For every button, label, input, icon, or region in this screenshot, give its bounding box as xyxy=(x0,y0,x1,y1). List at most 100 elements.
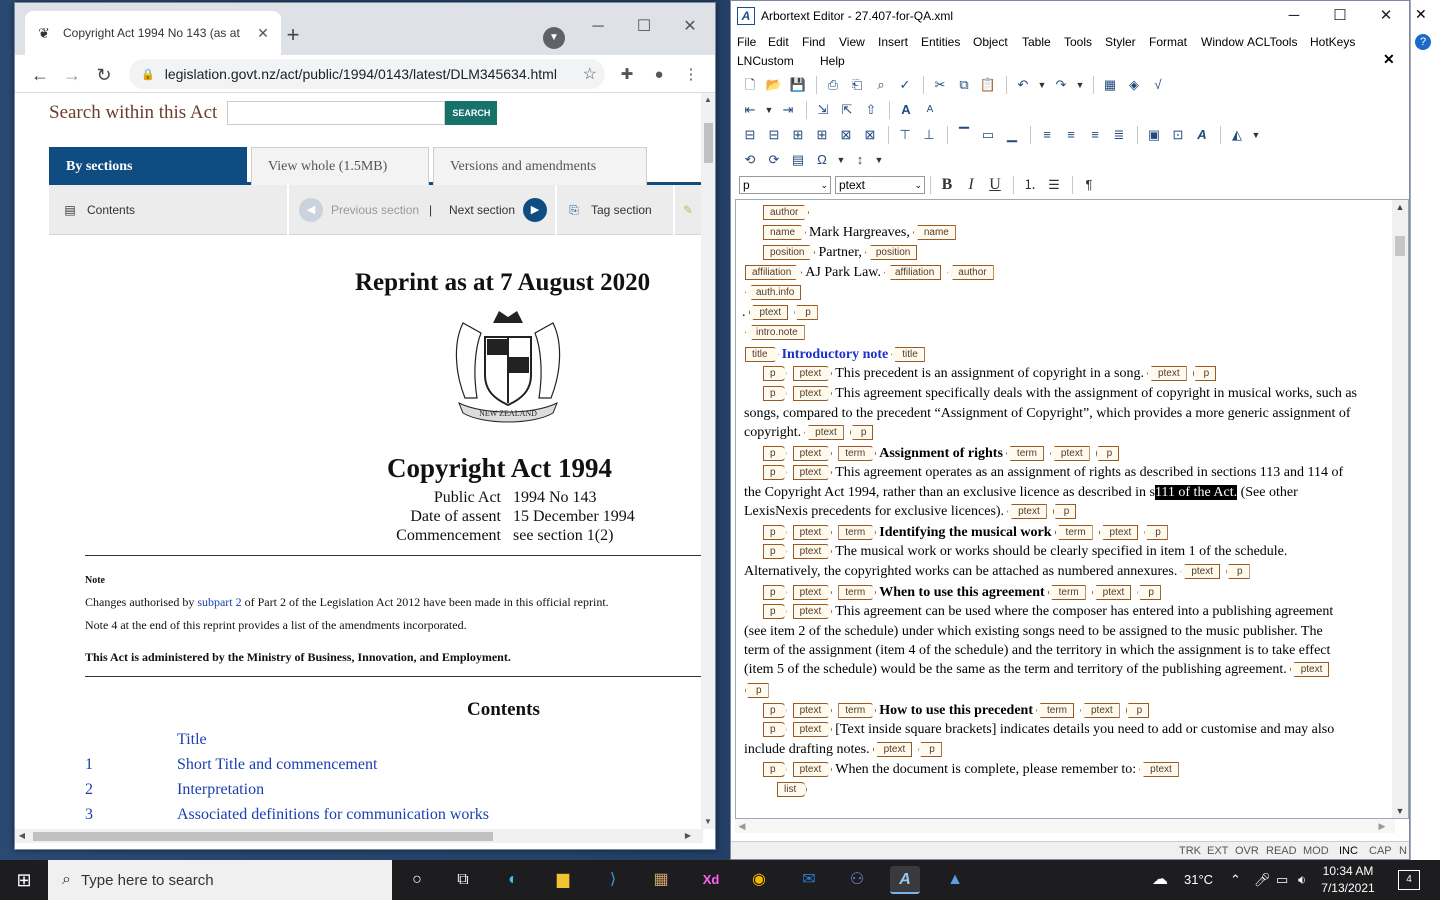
tag-name-end[interactable]: name xyxy=(912,225,956,240)
tag-p-start[interactable]: p xyxy=(763,386,787,401)
valign-bottom-icon[interactable]: ▁ xyxy=(1001,125,1023,145)
bulleted-list-icon[interactable]: ☰ xyxy=(1043,175,1065,195)
menu-lncustom[interactable]: LNCustom xyxy=(737,52,794,70)
menu-help[interactable]: Help xyxy=(820,52,845,70)
close-window-icon[interactable]: ✕ xyxy=(675,15,705,39)
font-shrink-icon[interactable]: A xyxy=(919,100,941,120)
tag-ptext-end[interactable]: ptext xyxy=(872,742,913,757)
delete-col-icon[interactable]: ⊠ xyxy=(859,125,881,145)
tag-ptext-start[interactable]: ptext xyxy=(792,762,833,777)
delete-row-icon[interactable]: ⊠ xyxy=(835,125,857,145)
forward-icon[interactable]: → xyxy=(59,62,85,88)
system-clock[interactable]: 10:34 AM 7/13/2021 xyxy=(1318,863,1378,897)
save-icon[interactable]: 💾 xyxy=(787,75,809,95)
document-editor[interactable]: author name Mark Hargreaves, name position… xyxy=(735,199,1409,819)
arbortext-taskbar-icon[interactable]: A xyxy=(890,866,920,894)
tag-ptext-start[interactable]: ptext xyxy=(792,585,833,600)
valign-top-icon[interactable]: ▔ xyxy=(953,125,975,145)
new-tab-icon[interactable]: + xyxy=(279,21,307,49)
tag-term-start[interactable]: term xyxy=(838,585,877,600)
tag-p-start[interactable]: p xyxy=(763,446,787,461)
tag-term-end[interactable]: term xyxy=(1035,703,1074,718)
tag-title-end[interactable]: title xyxy=(891,347,925,362)
tag-p-end[interactable]: p xyxy=(1137,585,1161,600)
equation-icon[interactable]: √ xyxy=(1147,75,1169,95)
tag-position-start[interactable]: position xyxy=(763,245,816,260)
spacing-dropdown-icon[interactable]: ▼ xyxy=(873,150,885,170)
photos-icon[interactable]: ▲ xyxy=(940,866,970,894)
notification-center-icon[interactable]: 4 xyxy=(1398,870,1420,890)
bookmark-star-icon[interactable]: ☆ xyxy=(583,64,597,84)
tag-p-end[interactable]: p xyxy=(1192,366,1217,381)
reload-icon[interactable]: ↻ xyxy=(91,62,117,88)
menu-tools[interactable]: Tools xyxy=(1064,33,1092,51)
tag-p-start[interactable]: p xyxy=(763,544,787,559)
toc-link[interactable]: Associated definitions for communication… xyxy=(177,806,489,824)
file-explorer-icon[interactable]: ▆ xyxy=(548,866,578,894)
weather-temp[interactable]: 31°C xyxy=(1184,860,1213,900)
tag-auth-info-end[interactable]: auth.info xyxy=(745,285,802,300)
taskbar-search[interactable]: ⌕ Type here to search xyxy=(48,860,392,900)
menu-hotkeys[interactable]: HotKeys xyxy=(1310,33,1355,51)
close-document-icon[interactable]: ✕ xyxy=(1383,51,1395,68)
split-cell-icon[interactable]: ⊤ xyxy=(894,125,916,145)
menu-edit[interactable]: Edit xyxy=(768,33,789,51)
maximize-icon[interactable]: ☐ xyxy=(1325,5,1355,27)
toc-link[interactable]: Interpretation xyxy=(177,781,264,799)
table-row-below-icon[interactable]: ⊟ xyxy=(763,125,785,145)
previous-section-link[interactable]: ◀ Previous section xyxy=(299,185,419,235)
fill-dropdown-icon[interactable]: ▼ xyxy=(1250,125,1262,145)
scroll-left-icon[interactable]: ◀ xyxy=(735,819,749,833)
character-dropdown-icon[interactable]: ▼ xyxy=(835,150,847,170)
redo-icon[interactable]: ↷ xyxy=(1050,75,1072,95)
scroll-right-icon[interactable]: ▶ xyxy=(681,829,695,843)
vscode-icon[interactable]: ⟩ xyxy=(598,866,628,894)
help-icon[interactable]: ? xyxy=(1415,34,1431,50)
table-icon[interactable]: ▦ xyxy=(1099,75,1121,95)
tag-term-start[interactable]: term xyxy=(838,446,877,461)
scroll-down-icon[interactable]: ▼ xyxy=(1392,804,1408,818)
entity-icon[interactable]: ⟲ xyxy=(739,150,761,170)
tag-ptext-start[interactable]: ptext xyxy=(792,722,833,737)
menu-acltools[interactable]: ACLTools xyxy=(1247,33,1297,51)
weather-icon[interactable]: ☁ xyxy=(1152,860,1168,900)
tag-term-start[interactable]: term xyxy=(838,703,877,718)
tag-ptext-end[interactable]: ptext xyxy=(1079,703,1120,718)
tag-ptext-start[interactable]: ptext xyxy=(792,525,833,540)
minimize-icon[interactable]: ─ xyxy=(1279,5,1309,27)
tag-p-start[interactable]: p xyxy=(763,604,787,619)
tag-intro-note-end[interactable]: intro.note xyxy=(745,325,805,340)
tag-ptext-start[interactable]: ptext xyxy=(792,544,833,559)
print-preview-icon[interactable]: ⎗ xyxy=(846,75,868,95)
tag-p-end[interactable]: p xyxy=(1052,504,1077,519)
chrome-icon[interactable]: ◉ xyxy=(744,866,774,894)
menu-entities[interactable]: Entities xyxy=(921,33,960,51)
scroll-up-icon[interactable]: ▲ xyxy=(701,93,715,107)
address-bar[interactable]: 🔒 legislation.govt.nz/act/public/1994/01… xyxy=(129,59,605,89)
tag-term-end[interactable]: term xyxy=(1005,446,1044,461)
toc-title-link[interactable]: Title xyxy=(177,731,207,749)
close-tab-icon[interactable]: ✕ xyxy=(255,25,271,41)
scroll-thumb[interactable] xyxy=(704,123,713,163)
app-icon[interactable]: ▦ xyxy=(646,866,676,894)
redo-dropdown-icon[interactable]: ▼ xyxy=(1074,75,1086,95)
tag-ptext-start[interactable]: ptext xyxy=(792,465,833,480)
horizontal-scrollbar[interactable]: ◀ ▶ xyxy=(15,829,703,843)
tag-ptext-end[interactable]: ptext xyxy=(804,425,844,440)
tag-p-end[interactable]: p xyxy=(1095,446,1120,461)
chrome-menu-icon[interactable]: ⋮ xyxy=(679,63,703,87)
undo-dropdown-icon[interactable]: ▼ xyxy=(1036,75,1048,95)
subpart-2-link[interactable]: subpart 2 xyxy=(197,595,241,609)
tag-ptext-end[interactable]: ptext xyxy=(1098,525,1139,540)
network-icon[interactable]: ▭ xyxy=(1276,860,1288,900)
edge-icon[interactable]: ◐ xyxy=(498,866,528,894)
adobe-xd-icon[interactable]: Xd xyxy=(696,866,726,894)
tag-p-end[interactable]: p xyxy=(1144,525,1168,540)
scroll-thumb[interactable] xyxy=(1395,236,1405,256)
minimize-icon[interactable]: ─ xyxy=(583,15,613,39)
list-properties-icon[interactable]: ▤ xyxy=(787,150,809,170)
table-col-left-icon[interactable]: ⊞ xyxy=(787,125,809,145)
tag-p-start[interactable]: p xyxy=(763,703,787,718)
act-search-input[interactable] xyxy=(227,101,446,125)
tag-term-end[interactable]: term xyxy=(1054,525,1093,540)
